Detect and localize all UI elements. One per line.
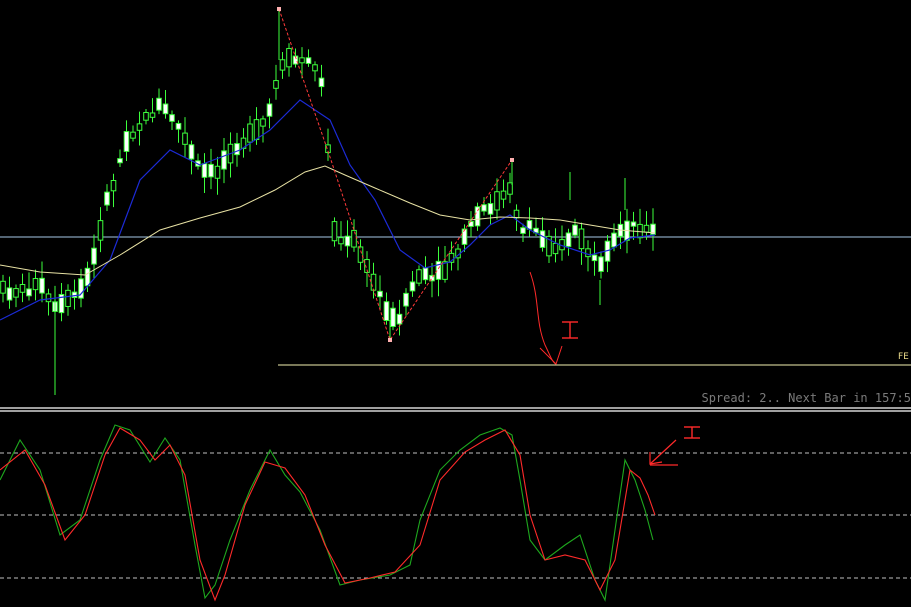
annotation-mark-main	[562, 321, 578, 339]
candle-body	[13, 288, 19, 298]
candle-body	[487, 203, 494, 215]
candle-body	[279, 59, 286, 71]
candle-body	[104, 191, 110, 206]
zigzag-point	[388, 338, 392, 342]
zigzag-point	[277, 7, 281, 11]
candle-body	[149, 112, 156, 118]
candle-body	[390, 307, 396, 327]
candle-body	[6, 287, 13, 301]
candle-body	[45, 293, 52, 303]
candle-body	[253, 119, 260, 140]
candle-body	[318, 77, 325, 88]
candle-body	[565, 232, 572, 247]
candle-body	[578, 228, 585, 250]
zigzag-points	[277, 7, 514, 342]
candle-body	[461, 228, 468, 245]
candle-body	[182, 132, 188, 145]
candle-body	[208, 163, 214, 178]
candle-body	[598, 256, 604, 272]
candle-body	[260, 118, 266, 127]
candle-body	[500, 190, 507, 200]
candle-body	[403, 292, 409, 307]
candle-body	[26, 288, 32, 297]
candle-body	[169, 114, 175, 122]
candle-body	[344, 235, 351, 247]
candle-body	[84, 267, 91, 287]
stoch-signal-line	[0, 427, 656, 602]
candle-body	[409, 281, 416, 292]
candle-body	[351, 229, 357, 248]
candle-body	[442, 261, 448, 280]
candle-body	[156, 97, 162, 111]
candle-body	[123, 131, 130, 152]
candle-body	[65, 289, 71, 307]
candle-body	[474, 206, 481, 227]
candle-body	[396, 313, 403, 325]
candle-body	[383, 301, 390, 322]
candle-body	[91, 247, 97, 265]
candle-body	[370, 273, 377, 291]
candle-body	[513, 209, 520, 219]
annotation-arrow-down	[529, 271, 563, 365]
candle-body	[591, 254, 598, 262]
candle-body	[305, 57, 312, 64]
candle-body	[175, 122, 182, 130]
status-readout: Spread: 2.. Next Bar in 157:5	[701, 391, 911, 405]
candle-body	[377, 290, 383, 298]
candle-body	[266, 103, 273, 117]
candle-body	[539, 230, 546, 248]
candle-body	[117, 158, 123, 164]
candle-body	[520, 227, 526, 234]
candle-body	[234, 143, 240, 156]
candle-body	[331, 221, 338, 242]
candle-body	[572, 224, 578, 236]
candle-body	[19, 284, 26, 293]
candle-body	[299, 57, 305, 64]
candle-body	[214, 165, 221, 179]
candle-body	[201, 163, 208, 178]
candle-body	[611, 232, 617, 248]
candle-body	[136, 123, 143, 131]
candle-body	[338, 237, 344, 245]
stochastic-panel	[0, 424, 911, 602]
candle-body	[71, 291, 78, 299]
zigzag-point	[510, 158, 514, 162]
candle-body	[552, 242, 559, 255]
zigzag-line	[278, 8, 513, 342]
price-panel	[0, 7, 911, 395]
candle-body	[188, 144, 195, 160]
candle-body	[32, 278, 39, 291]
chart	[0, 7, 911, 602]
candle-body	[97, 220, 104, 241]
candle-body	[643, 224, 650, 233]
level-tag: FE	[898, 352, 909, 362]
candle-body	[247, 123, 253, 143]
stoch-main-line	[0, 424, 654, 602]
candle-body	[416, 269, 422, 284]
candle-body	[162, 103, 169, 115]
candle-body	[221, 150, 227, 170]
candle-body	[0, 280, 6, 294]
candle-body	[286, 48, 292, 68]
candle-body	[312, 64, 318, 72]
candle-body	[273, 80, 279, 89]
candle-body	[481, 204, 487, 212]
candle-body	[494, 191, 500, 211]
candle-body	[143, 112, 149, 121]
candle-body	[357, 246, 364, 263]
candle-body	[630, 221, 637, 227]
candle-body	[110, 179, 117, 192]
candle-body	[39, 277, 45, 294]
candles	[0, 10, 656, 395]
annotation-mark-stoch	[684, 426, 700, 439]
candle-body	[130, 131, 136, 139]
candle-body	[422, 267, 429, 281]
